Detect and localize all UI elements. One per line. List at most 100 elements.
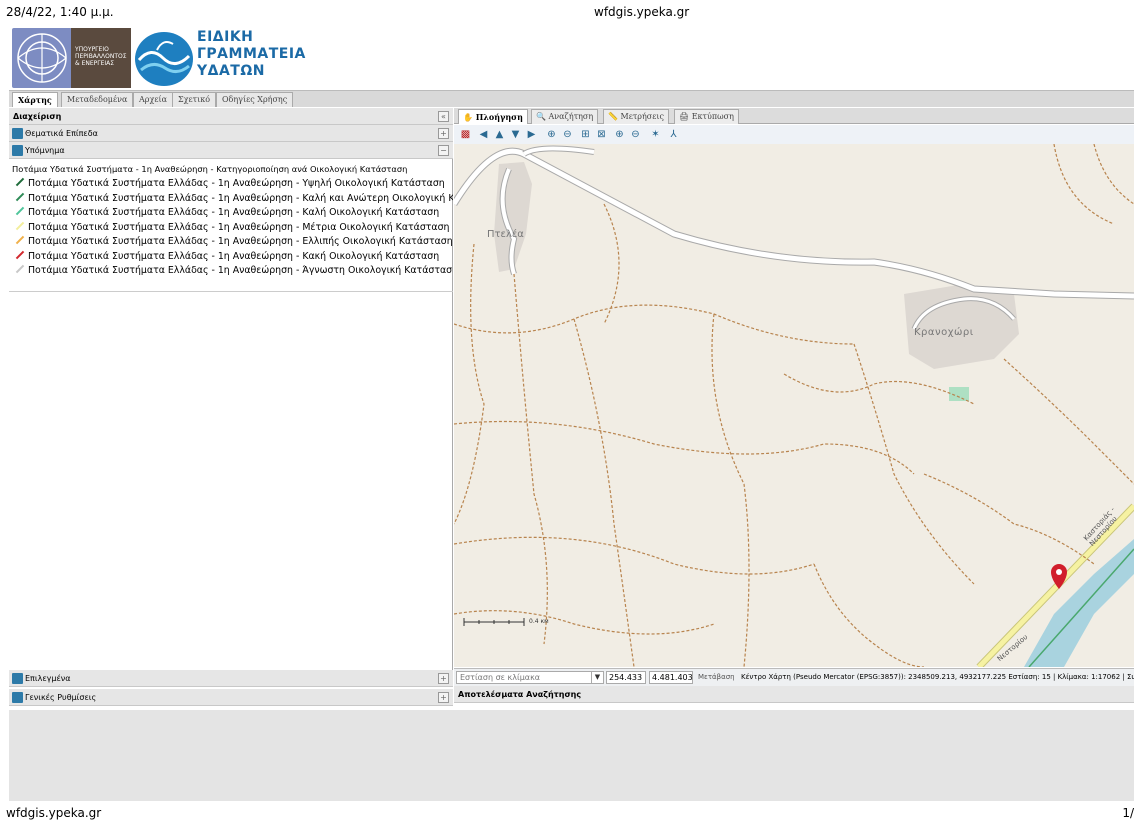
scale-label: 0.4 км [529,618,549,625]
collapse-minus-icon[interactable]: − [438,145,449,156]
selected-icon [12,673,23,684]
tab-navigation-label: Πλοήγηση [475,112,523,122]
tab-navigation[interactable]: ✋ Πλοήγηση [458,109,528,124]
zoom-out-icon[interactable]: ⊖ [562,129,573,140]
tab-search-label: Αναζήτηση [548,112,594,121]
goto-button[interactable]: Μετάβαση [698,673,735,681]
footer-url: wfdgis.ypeka.gr [6,806,102,820]
tab-measurements-label: Μετρήσεις [620,112,664,121]
legend-item: Ποτάμια Υδατικά Συστήματα Ελλάδας - 1η Α… [12,264,453,279]
secretariat-line-3: ΥΔΑΤΩΝ [197,63,265,79]
map-canvas[interactable]: Πτελέα Κρανοχώρι Καστοριάς - Νεστορίου Ν… [454,144,1134,667]
legend-panel: Ποτάμια Υδατικά Συστήματα - 1η Αναθεώρησ… [9,159,453,292]
chevron-down-icon: ▼ [591,672,603,683]
zoom-box-icon[interactable]: ⊞ [580,129,591,140]
y-coordinate-input[interactable]: 4.481.403 [649,671,693,684]
legend-item-label: Ποτάμια Υδατικά Συστήματα Ελλάδας - 1η Α… [28,221,450,233]
tab-related[interactable]: Σχετικό [172,92,217,107]
tab-user-guide[interactable]: Οδηγίες Χρήσης [216,92,294,107]
page-number: 1/ [1122,806,1134,820]
zoom-in-icon[interactable]: ⊕ [546,129,557,140]
legend-item-label: Ποτάμια Υδατικά Συστήματα Ελλάδας - 1η Α… [28,207,440,218]
selected-header[interactable]: Επιλεγμένα + [9,670,453,687]
tab-search[interactable]: 🔍 Αναζήτηση [531,109,599,124]
legend-line-icon [15,177,25,187]
pan-up-icon[interactable]: ▲ [494,129,505,140]
hand-icon: ✋ [463,112,476,122]
expand-plus-icon[interactable]: + [438,128,449,139]
selected-label: Επιλεγμένα [25,674,71,683]
search-results-header[interactable]: Αποτελέσματα Αναζήτησης [454,686,1134,703]
legend-item-label: Ποτάμια Υδατικά Συστήματα Ελλάδας - 1η Α… [28,250,440,262]
basemap-svg [454,144,1134,667]
tab-print[interactable]: 🖨 Εκτύπωση [674,109,739,124]
settings-icon [12,692,23,703]
printer-icon: 🖨 [679,112,692,121]
print-header: 28/4/22, 1:40 μ.μ. wfdgis.ypeka.gr [0,0,1134,22]
secretariat-line-2: ΓΡΑΜΜΑΤΕΙΑ [197,46,306,62]
zoom-extent-icon[interactable]: ⊠ [596,129,607,140]
legend-title: Ποτάμια Υδατικά Συστήματα - 1η Αναθεώρησ… [12,164,408,174]
main-tabs: Χάρτης Μεταδεδομένα Αρχεία Σχετικό Οδηγί… [9,90,1134,107]
map-statusbar: Εστίαση σε κλίμακα ▼ 254.433 4.481.403 Μ… [454,668,1134,686]
legend-item-label: Ποτάμια Υδατικά Συστήματα Ελλάδας - 1η Α… [28,236,453,247]
print-site: wfdgis.ypeka.gr [594,5,690,19]
management-header: Διαχείριση « [9,108,453,125]
measure-tool-icon[interactable]: ⅄ [668,129,679,140]
ministry-line-2: ΠΕΡΙΒΑΛΛΟΝΤΟΣ [75,53,127,60]
ruler-icon: 📏 [608,112,621,121]
ministry-line-1: ΥΠΟΥΡΓΕΙΟ [75,46,109,53]
x-coordinate-input[interactable]: 254.433 [606,671,646,684]
ministry-logo: ΥΠΟΥΡΓΕΙΟ ΠΕΡΙΒΑΛΛΟΝΤΟΣ & ΕΝΕΡΓΕΙΑΣ [71,28,131,88]
tab-map[interactable]: Χάρτης [12,92,58,107]
pan-down-icon[interactable]: ▼ [510,129,521,140]
zoom-scale-select[interactable]: Εστίαση σε κλίμακα ▼ [456,671,604,684]
uk-flag-icon[interactable]: ▩ [460,129,471,140]
legend-line-icon [15,235,25,245]
zoom-scale-placeholder: Εστίαση σε κλίμακα [460,673,541,682]
thematic-layers-header[interactable]: Θεματικά Επίπεδα + [9,125,453,142]
search-results-title: Αποτελέσματα Αναζήτησης [458,690,582,699]
tab-files[interactable]: Αρχεία [133,92,174,107]
zoom-previous-icon[interactable]: ⊕ [614,129,625,140]
location-marker-icon[interactable] [1051,564,1067,589]
place-label-ptelea: Πτελέα [487,229,524,240]
expand-plus-icon[interactable]: + [438,673,449,684]
management-title: Διαχείριση [13,112,62,121]
collapse-panel-button[interactable]: « [438,111,449,122]
water-secretariat-logo-icon [133,30,195,88]
map-tabs: ✋ Πλοήγηση 🔍 Αναζήτηση 📏 Μετρήσεις 🖨 Εκτ… [454,108,1134,124]
thematic-layers-label: Θεματικά Επίπεδα [25,129,98,138]
pan-right-icon[interactable]: ▶ [526,129,537,140]
app-window: ΥΠΟΥΡΓΕΙΟ ΠΕΡΙΒΑΛΛΟΝΤΟΣ & ΕΝΕΡΓΕΙΑΣ ΕΙΔΙ… [9,24,1134,801]
banner: ΥΠΟΥΡΓΕΙΟ ΠΕΡΙΒΑΛΛΟΝΤΟΣ & ΕΝΕΡΓΕΙΑΣ ΕΙΔΙ… [9,24,1134,88]
legend-line-icon [15,206,25,216]
management-panel: Διαχείριση « Θεματικά Επίπεδα + Υπόμνημα… [9,108,453,708]
map-center-info: Κέντρο Χάρτη (Pseudo Mercator (EPSG:3857… [741,673,1134,681]
tab-measurements[interactable]: 📏 Μετρήσεις [603,109,669,124]
legend-header-label: Υπόμνημα [25,146,65,155]
legend-item-label: Ποτάμια Υδατικά Συστήματα Ελλάδας - 1η Α… [28,265,453,276]
legend-line-icon [15,221,25,230]
ministry-emblem-icon [12,28,72,88]
legend-item: Ποτάμια Υδατικά Συστήματα Ελλάδας - 1η Α… [12,206,450,221]
legend-icon [12,145,23,156]
left-bottom-panels: Επιλεγμένα + Γενικές Ρυθμίσεις + [9,670,453,709]
info-tool-icon[interactable]: ✶ [650,129,661,140]
map-panel: ✋ Πλοήγηση 🔍 Αναζήτηση 📏 Μετρήσεις 🖨 Εκτ… [454,108,1134,708]
print-footer: wfdgis.ypeka.gr 1/ [0,806,1134,820]
zoom-next-icon[interactable]: ⊖ [630,129,641,140]
legend-header[interactable]: Υπόμνημα − [9,142,453,159]
legend-item-label: Ποτάμια Υδατικά Συστήματα Ελλάδας - 1η Α… [28,178,445,189]
tab-metadata[interactable]: Μεταδεδομένα [61,92,134,107]
expand-plus-icon[interactable]: + [438,692,449,703]
empty-area [9,710,1134,801]
place-label-kranochori: Κρανοχώρι [914,327,974,338]
legend-item: Ποτάμια Υδατικά Συστήματα Ελλάδας - 1η Α… [12,221,450,236]
pan-left-icon[interactable]: ◀ [478,129,489,140]
legend-item: Ποτάμια Υδατικά Συστήματα Ελλάδας - 1η Α… [12,250,450,265]
general-settings-header[interactable]: Γενικές Ρυθμίσεις + [9,689,453,706]
legend-item: Ποτάμια Υδατικά Συστήματα Ελλάδας - 1η Α… [12,235,453,250]
secretariat-name: ΕΙΔΙΚΗ ΓΡΑΜΜΑΤΕΙΑ ΥΔΑΤΩΝ [197,29,306,80]
tab-print-label: Εκτύπωση [691,112,734,121]
